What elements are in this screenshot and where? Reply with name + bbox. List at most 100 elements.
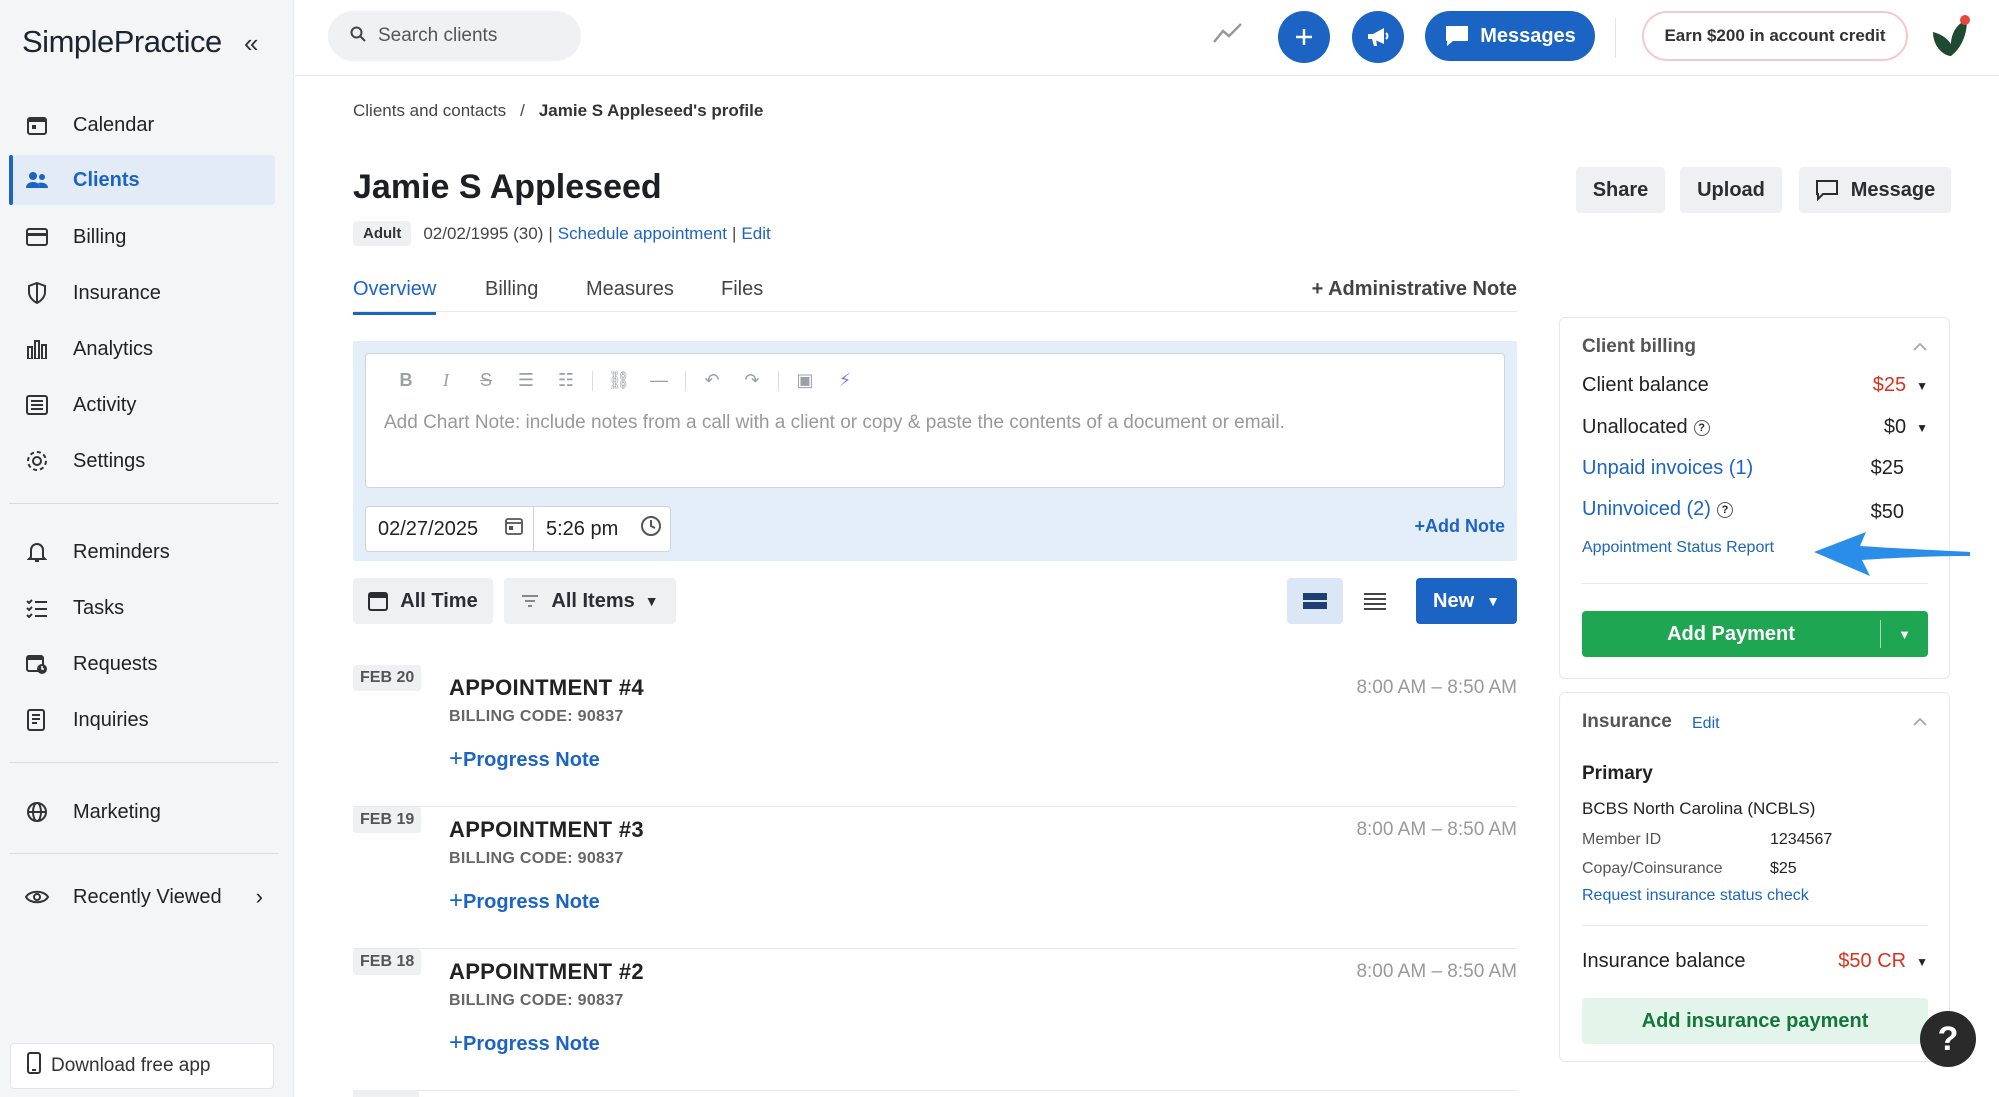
appointment-title[interactable]: APPOINTMENT #4 [449, 675, 644, 701]
caret-down-icon[interactable]: ▼ [1881, 627, 1928, 642]
copay-label: Copay/Coinsurance [1582, 860, 1723, 877]
request-status-check-link[interactable]: Request insurance status check [1582, 887, 1809, 905]
caret-down-icon[interactable]: ▼ [1916, 421, 1928, 435]
caret-down-icon: ▼ [1486, 593, 1500, 609]
avatar[interactable] [1927, 14, 1973, 60]
download-app-button[interactable]: Download free app [10, 1043, 274, 1089]
copay-row: Copay/Coinsurance $25 [1582, 860, 1797, 878]
help-icon[interactable]: ? [1716, 501, 1733, 518]
search-input[interactable] [378, 25, 558, 47]
redo-icon[interactable]: ↷ [732, 370, 772, 391]
edit-client-link[interactable]: Edit [741, 224, 770, 244]
appointment-item[interactable]: FEB 19 APPOINTMENT #3 BILLING CODE: 9083… [353, 807, 1517, 949]
upload-button[interactable]: Upload [1680, 167, 1782, 213]
strikethrough-icon[interactable]: S [466, 370, 506, 391]
sidebar-item-reminders[interactable]: Reminders [9, 527, 275, 577]
image-icon[interactable]: ▣ [785, 370, 825, 391]
add-insurance-payment-button[interactable]: Add insurance payment [1582, 998, 1928, 1044]
sidebar-item-calendar[interactable]: Calendar [9, 100, 275, 150]
help-icon[interactable]: ? [1693, 419, 1710, 436]
appointment-date [353, 1090, 419, 1097]
items-filter-button[interactable]: All Items ▼ [504, 578, 676, 624]
sidebar-item-billing[interactable]: Billing [9, 212, 275, 262]
appointment-status-report-link[interactable]: Appointment Status Report [1582, 539, 1774, 557]
add-administrative-note-button[interactable]: + Administrative Note [1312, 278, 1517, 301]
bullet-list-icon[interactable]: ☰ [506, 370, 546, 391]
tab-files[interactable]: Files [721, 278, 763, 301]
edit-insurance-link[interactable]: Edit [1692, 715, 1720, 733]
sidebar-item-marketing[interactable]: Marketing [9, 787, 275, 837]
note-time-field[interactable]: 5:26 pm [534, 515, 670, 543]
sidebar-item-tasks[interactable]: Tasks [9, 583, 275, 633]
sidebar-item-insurance[interactable]: Insurance [9, 268, 275, 318]
appointment-date: FEB 18 [353, 949, 422, 975]
ai-lightning-icon[interactable]: ⚡ [825, 370, 865, 391]
items-filter-label: All Items [551, 589, 635, 612]
new-item-button[interactable]: New ▼ [1416, 578, 1517, 624]
sidebar-item-settings[interactable]: Settings [9, 436, 275, 486]
horizontal-rule-icon[interactable]: — [639, 370, 679, 391]
sidebar-item-requests[interactable]: Requests [9, 639, 275, 689]
app-logo[interactable]: SimplePractice [22, 24, 222, 60]
add-note-button[interactable]: +Add Note [1414, 516, 1505, 537]
add-button[interactable] [1278, 11, 1330, 63]
profile-tabs: Overview Billing Measures Files + Admini… [353, 274, 1517, 315]
messages-button[interactable]: Messages [1425, 11, 1595, 61]
add-progress-note-button[interactable]: +Progress Note [449, 887, 600, 915]
sidebar-item-recently-viewed[interactable]: Recently Viewed › [9, 872, 275, 922]
add-progress-note-button[interactable]: +Progress Note [449, 745, 600, 773]
chat-icon [1815, 180, 1838, 201]
bold-icon[interactable]: B [386, 370, 426, 391]
card-view-icon [1303, 593, 1327, 609]
link-icon[interactable]: ⛓ [599, 370, 639, 391]
chevron-up-icon[interactable] [1913, 340, 1927, 354]
collapse-sidebar-icon[interactable]: « [244, 28, 258, 59]
undo-icon[interactable]: ↶ [692, 370, 732, 391]
unallocated-value: $0 [1883, 416, 1907, 438]
schedule-appointment-link[interactable]: Schedule appointment [558, 224, 727, 244]
earn-credit-button[interactable]: Earn $200 in account credit [1642, 11, 1908, 61]
annotation-arrow-icon [1814, 532, 1970, 576]
sidebar-item-analytics[interactable]: Analytics [9, 324, 275, 374]
help-button[interactable]: ? [1920, 1011, 1976, 1067]
breadcrumb-parent[interactable]: Clients and contacts [353, 101, 506, 120]
appointment-title[interactable]: APPOINTMENT #2 [449, 959, 644, 985]
add-progress-note-button[interactable]: +Progress Note [449, 1029, 600, 1057]
note-date-field[interactable]: 02/27/2025 [366, 507, 534, 551]
announcements-button[interactable] [1352, 11, 1404, 63]
gear-icon [25, 449, 49, 473]
sidebar-item-activity[interactable]: Activity [9, 380, 275, 430]
share-button[interactable]: Share [1576, 167, 1665, 213]
list-view-toggle[interactable] [1347, 578, 1403, 624]
italic-icon[interactable]: I [426, 370, 466, 391]
appointment-item[interactable]: FEB 20 APPOINTMENT #4 BILLING CODE: 9083… [353, 665, 1517, 807]
tab-overview[interactable]: Overview [353, 278, 437, 315]
appointment-item[interactable]: FEB 18 APPOINTMENT #2 BILLING CODE: 9083… [353, 949, 1517, 1091]
checklist-icon [25, 596, 49, 620]
time-filter-button[interactable]: All Time [353, 578, 493, 624]
chevron-up-icon[interactable] [1913, 715, 1927, 729]
uninvoiced-link[interactable]: Uninvoiced (2) [1582, 498, 1711, 521]
copay-value: $25 [1770, 860, 1797, 877]
appointment-time: 8:00 AM – 8:50 AM [1356, 819, 1517, 840]
unpaid-invoices-link[interactable]: Unpaid invoices (1) [1582, 457, 1753, 480]
appointment-title[interactable]: APPOINTMENT #3 [449, 817, 644, 843]
document-list-icon [25, 708, 49, 732]
calendar-icon [505, 517, 523, 541]
message-client-button[interactable]: Message [1799, 167, 1951, 213]
add-payment-button[interactable]: Add Payment ▼ [1582, 611, 1928, 657]
tab-billing[interactable]: Billing [485, 278, 538, 301]
trend-icon[interactable] [1213, 22, 1243, 49]
caret-down-icon[interactable]: ▼ [1916, 379, 1928, 393]
search-box[interactable] [328, 11, 581, 61]
caret-down-icon[interactable]: ▼ [1916, 955, 1928, 969]
unallocated-label: Unallocated [1582, 416, 1688, 438]
card-view-toggle[interactable] [1287, 578, 1343, 624]
sidebar-item-inquiries[interactable]: Inquiries [9, 695, 275, 745]
sidebar-item-label: Analytics [73, 337, 154, 360]
tab-measures[interactable]: Measures [586, 278, 674, 301]
numbered-list-icon[interactable]: ☷ [546, 370, 586, 391]
progress-note-label: Progress Note [463, 749, 600, 771]
chart-note-editor[interactable]: B I S ☰ ☷ ⛓ — ↶ ↷ ▣ ⚡ Add Chart Note: in… [365, 353, 1505, 488]
sidebar-item-clients[interactable]: Clients [9, 155, 275, 205]
